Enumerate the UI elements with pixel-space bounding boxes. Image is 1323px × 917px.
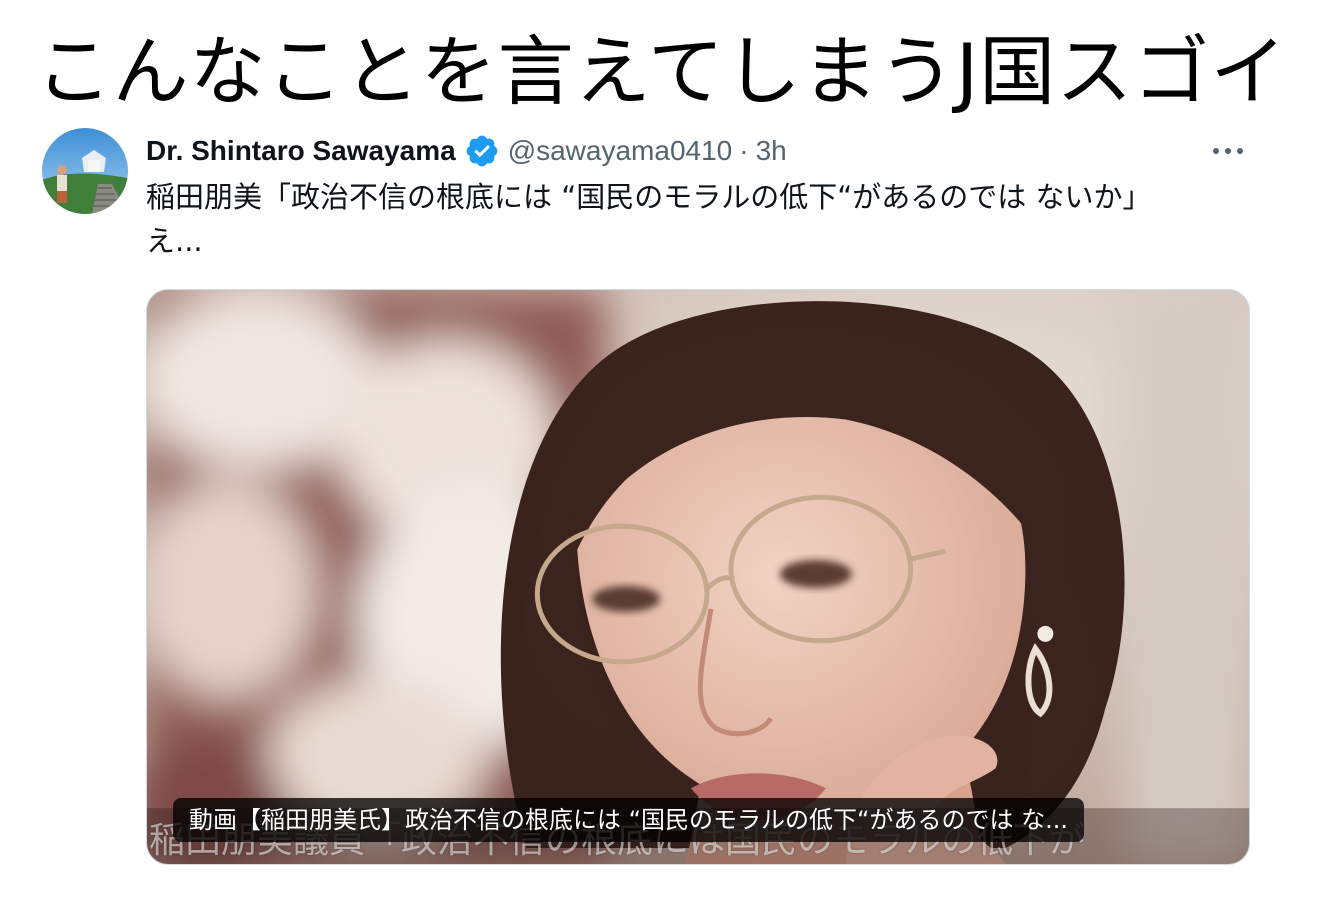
user-handle[interactable]: @sawayama0410	[508, 135, 733, 167]
avatar-image	[42, 128, 128, 214]
tweet-text: 稲田朋美「政治不信の根底には “国民のモラルの低下“があるのでは ないか」 え.…	[146, 175, 1256, 263]
tweet-text-line-2: え...	[146, 224, 203, 258]
tweet-text-line-1: 稲田朋美「政治不信の根底には “国民のモラルの低下“があるのでは ないか」	[146, 180, 1152, 214]
timestamp[interactable]: 3h	[756, 135, 787, 167]
avatar[interactable]	[42, 128, 128, 214]
more-options-icon[interactable]	[1208, 136, 1248, 166]
media-photo	[147, 290, 1249, 864]
verified-badge-icon	[464, 133, 500, 169]
meme-caption: こんなことを言えてしまうJ国スゴイ	[35, 27, 1288, 116]
tweet-header: Dr. Shintaro Sawayama @sawayama0410 · 3h	[146, 131, 787, 171]
display-name[interactable]: Dr. Shintaro Sawayama	[146, 135, 456, 167]
media-link-title[interactable]: 動画【稲田朋美氏】政治不信の根底には “国民のモラルの低下“があるのでは な..…	[173, 798, 1085, 842]
separator-dot: ·	[739, 135, 749, 166]
media-card[interactable]: 稲田朋美議員「政治不信の根底には国民のモラルの低下が 動画【稲田朋美氏】政治不信…	[146, 289, 1250, 865]
